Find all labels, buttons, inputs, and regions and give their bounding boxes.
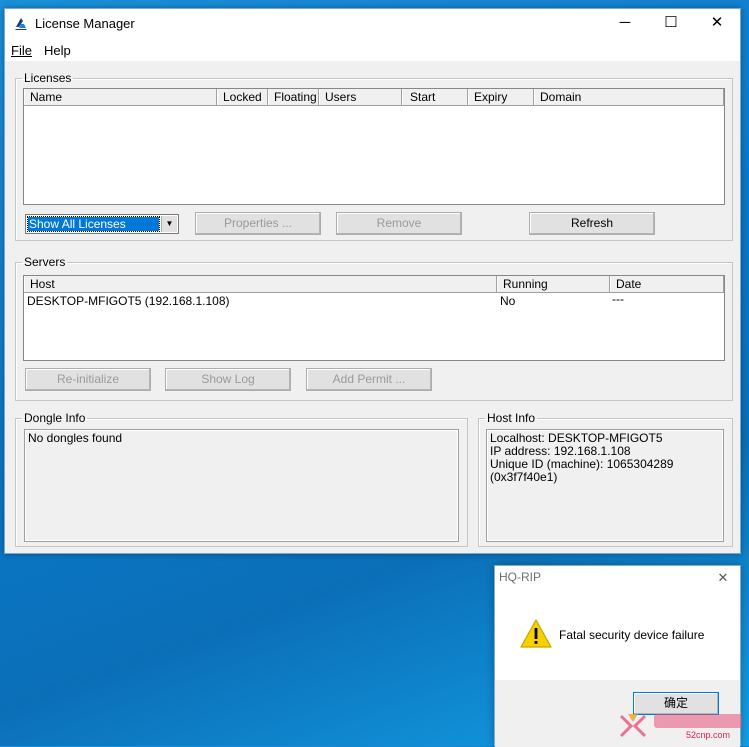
col-domain[interactable]: Domain [534,89,724,105]
col-floating[interactable]: Floating [268,89,319,105]
watermark-banner [654,714,742,728]
reinitialize-button[interactable]: Re-initialize [25,368,151,391]
host-info-box: Localhost: DESKTOP-MFIGOT5 IP address: 1… [486,429,724,542]
col-host[interactable]: Host [24,276,497,292]
watermark-url: 52cnp.com [686,730,731,740]
remove-button[interactable]: Remove [336,212,462,235]
watermark: 52cnp.com [618,708,746,744]
col-start[interactable]: Start [402,89,468,105]
col-expiry[interactable]: Expiry [468,89,534,105]
add-permit-button[interactable]: Add Permit ... [306,368,432,391]
table-row[interactable]: DESKTOP-MFIGOT5 (192.168.1.108) No --- [24,292,724,308]
host-info-group-label: Host Info [487,411,536,425]
dialog-close-button[interactable]: ✕ [711,568,735,588]
servers-group-label: Servers [24,255,66,269]
dongle-info-text: No dongles found [28,431,123,445]
servers-list[interactable]: Host Running Date DESKTOP-MFIGOT5 (192.1… [23,275,725,361]
refresh-button[interactable]: Refresh [529,212,655,235]
col-running[interactable]: Running [497,276,610,292]
license-manager-window: License Manager ─ ☐ ✕ File Help Licenses… [4,8,741,554]
dongle-info-box: No dongles found [24,429,459,542]
menu-file-label: File [11,43,32,58]
chevron-down-icon[interactable]: ▼ [161,216,177,232]
menu-help[interactable]: Help [44,43,71,58]
watermark-logo-icon [619,714,647,738]
menu-help-label: Help [44,43,71,58]
licenses-list-header: Name Locked Floating Users Start Expiry … [24,89,724,106]
close-button[interactable]: ✕ [694,9,740,39]
col-users[interactable]: Users [319,89,402,105]
server-running: No [500,294,516,308]
server-date: --- [612,292,624,306]
maximize-button[interactable]: ☐ [648,9,694,39]
window-title: License Manager [35,16,135,31]
menu-file[interactable]: File [11,43,32,58]
col-name[interactable]: Name [24,89,217,105]
host-info-unique-id: Unique ID (machine): 1065304289 (0x3f7f4… [490,457,674,484]
license-filter-value: Show All Licenses [27,216,160,232]
col-date[interactable]: Date [610,276,724,292]
properties-button[interactable]: Properties ... [195,212,321,235]
menu-bar: File Help [5,39,740,61]
servers-list-header: Host Running Date [24,276,724,293]
dialog-title: HQ-RIP [499,570,541,584]
app-logo-icon [15,18,27,30]
dongle-info-group-label: Dongle Info [24,411,86,425]
minimize-button[interactable]: ─ [602,9,648,39]
warning-icon [520,619,552,648]
col-locked[interactable]: Locked [217,89,268,105]
show-log-button[interactable]: Show Log [165,368,291,391]
title-bar[interactable]: License Manager ─ ☐ ✕ [5,9,740,39]
server-host: DESKTOP-MFIGOT5 (192.168.1.108) [27,294,230,308]
licenses-list[interactable]: Name Locked Floating Users Start Expiry … [23,88,725,205]
licenses-group-label: Licenses [24,71,72,85]
license-filter-dropdown[interactable]: Show All Licenses ▼ [25,214,179,234]
dialog-message: Fatal security device failure [559,628,705,642]
host-info-text: Localhost: DESKTOP-MFIGOT5 IP address: 1… [490,432,723,484]
